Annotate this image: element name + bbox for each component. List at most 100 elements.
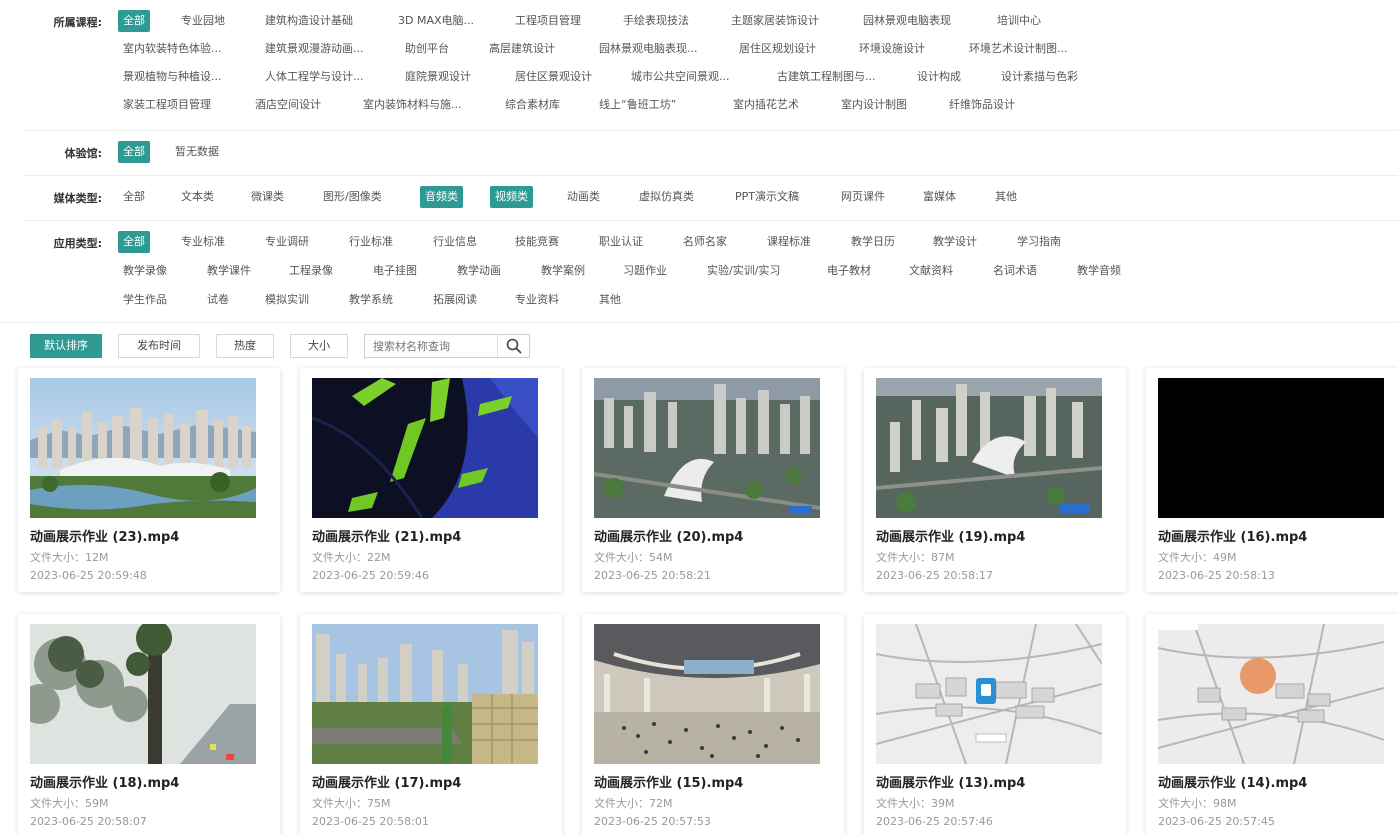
course-option[interactable]: 高层建筑设计 bbox=[484, 38, 560, 60]
course-option-all[interactable]: 全部 bbox=[118, 10, 150, 32]
file-title[interactable]: 动画展示作业 (23).mp4 bbox=[30, 526, 179, 545]
application-option[interactable]: 专业标准 bbox=[176, 231, 230, 253]
application-option[interactable]: 教学日历 bbox=[846, 231, 900, 253]
application-option[interactable]: 拓展阅读 bbox=[428, 289, 482, 311]
application-option[interactable]: 教学系统 bbox=[344, 289, 398, 311]
application-option[interactable]: 模拟实训 bbox=[260, 289, 314, 311]
course-option[interactable]: 建筑构造设计基础 bbox=[260, 10, 358, 32]
media-option-all[interactable]: 全部 bbox=[118, 186, 150, 208]
search-icon[interactable] bbox=[497, 335, 529, 357]
media-option[interactable]: 其他 bbox=[990, 186, 1022, 208]
resource-card[interactable]: 动画展示作业 (21).mp4 文件大小：22M 2023-06-25 20:5… bbox=[300, 368, 562, 592]
course-option[interactable]: 环境设施设计 bbox=[854, 38, 930, 60]
course-option[interactable]: 3D MAX电脑... bbox=[393, 10, 479, 32]
application-option[interactable]: 工程录像 bbox=[284, 260, 338, 282]
file-title[interactable]: 动画展示作业 (20).mp4 bbox=[594, 526, 743, 545]
course-option[interactable]: 园林景观电脑表现 bbox=[858, 10, 956, 32]
media-option[interactable]: 图形/图像类 bbox=[318, 186, 387, 208]
sort-default-button[interactable]: 默认排序 bbox=[30, 334, 102, 358]
video-thumbnail[interactable] bbox=[312, 378, 538, 518]
video-thumbnail[interactable] bbox=[312, 624, 538, 764]
video-thumbnail[interactable] bbox=[1158, 624, 1384, 764]
course-option[interactable]: 室内装饰材料与施... bbox=[358, 94, 467, 116]
application-option[interactable]: 专业资料 bbox=[510, 289, 564, 311]
file-title[interactable]: 动画展示作业 (19).mp4 bbox=[876, 526, 1025, 545]
application-option[interactable]: 教学录像 bbox=[118, 260, 172, 282]
media-option-video[interactable]: 视频类 bbox=[490, 186, 533, 208]
resource-card[interactable]: 动画展示作业 (23).mp4 文件大小：12M 2023-06-25 20:5… bbox=[18, 368, 280, 592]
video-thumbnail[interactable] bbox=[30, 624, 256, 764]
experience-option-all[interactable]: 全部 bbox=[118, 141, 150, 163]
course-option[interactable]: 居住区景观设计 bbox=[510, 66, 597, 88]
course-option[interactable]: 古建筑工程制图与... bbox=[772, 66, 881, 88]
media-option[interactable]: 富媒体 bbox=[918, 186, 961, 208]
course-option[interactable]: 助创平台 bbox=[400, 38, 454, 60]
course-option[interactable]: 人体工程学与设计... bbox=[260, 66, 369, 88]
course-option[interactable]: 建筑景观漫游动画... bbox=[260, 38, 369, 60]
application-option[interactable]: 教学音频 bbox=[1072, 260, 1126, 282]
application-option[interactable]: 学习指南 bbox=[1012, 231, 1066, 253]
sort-popularity-button[interactable]: 热度 bbox=[216, 334, 274, 358]
media-option[interactable]: PPT演示文稿 bbox=[730, 186, 804, 208]
file-title[interactable]: 动画展示作业 (17).mp4 bbox=[312, 772, 461, 791]
file-title[interactable]: 动画展示作业 (15).mp4 bbox=[594, 772, 743, 791]
application-option[interactable]: 名师名家 bbox=[678, 231, 732, 253]
media-option[interactable]: 文本类 bbox=[176, 186, 219, 208]
application-option[interactable]: 试卷 bbox=[202, 289, 234, 311]
application-option[interactable]: 教学动画 bbox=[452, 260, 506, 282]
resource-card[interactable]: 动画展示作业 (16).mp4 文件大小：49M 2023-06-25 20:5… bbox=[1146, 368, 1398, 592]
application-option[interactable]: 教学课件 bbox=[202, 260, 256, 282]
course-option[interactable]: 纤维饰品设计 bbox=[944, 94, 1020, 116]
resource-card[interactable]: 动画展示作业 (13).mp4 文件大小：39M 2023-06-25 20:5… bbox=[864, 614, 1126, 834]
resource-card[interactable]: 动画展示作业 (17).mp4 文件大小：75M 2023-06-25 20:5… bbox=[300, 614, 562, 834]
resource-card[interactable]: 动画展示作业 (18).mp4 文件大小：59M 2023-06-25 20:5… bbox=[18, 614, 280, 834]
file-title[interactable]: 动画展示作业 (14).mp4 bbox=[1158, 772, 1307, 791]
application-option[interactable]: 其他 bbox=[594, 289, 626, 311]
application-option[interactable]: 专业调研 bbox=[260, 231, 314, 253]
video-thumbnail[interactable] bbox=[594, 378, 820, 518]
application-option[interactable]: 行业信息 bbox=[428, 231, 482, 253]
video-thumbnail[interactable] bbox=[30, 378, 256, 518]
search-input[interactable] bbox=[365, 335, 489, 358]
course-option[interactable]: 工程项目管理 bbox=[510, 10, 586, 32]
video-thumbnail[interactable] bbox=[876, 624, 1102, 764]
application-option[interactable]: 名词术语 bbox=[988, 260, 1042, 282]
media-option[interactable]: 微课类 bbox=[246, 186, 289, 208]
course-option[interactable]: 综合素材库 bbox=[500, 94, 565, 116]
course-option[interactable]: 专业园地 bbox=[176, 10, 230, 32]
file-title[interactable]: 动画展示作业 (16).mp4 bbox=[1158, 526, 1307, 545]
course-option[interactable]: 园林景观电脑表现... bbox=[594, 38, 703, 60]
application-option[interactable]: 实验/实训/实习 bbox=[702, 260, 785, 282]
resource-card[interactable]: 动画展示作业 (19).mp4 文件大小：87M 2023-06-25 20:5… bbox=[864, 368, 1126, 592]
course-option[interactable]: 家装工程项目管理 bbox=[118, 94, 216, 116]
course-option[interactable]: 设计素描与色彩 bbox=[996, 66, 1083, 88]
application-option[interactable]: 学生作品 bbox=[118, 289, 172, 311]
media-option[interactable]: 动画类 bbox=[562, 186, 605, 208]
course-option[interactable]: 线上“鲁班工坊” bbox=[594, 94, 681, 116]
sort-publish-time-button[interactable]: 发布时间 bbox=[118, 334, 200, 358]
application-option[interactable]: 行业标准 bbox=[344, 231, 398, 253]
video-thumbnail[interactable] bbox=[594, 624, 820, 764]
application-option[interactable]: 文献资料 bbox=[904, 260, 958, 282]
application-option[interactable]: 职业认证 bbox=[594, 231, 648, 253]
resource-card[interactable]: 动画展示作业 (14).mp4 文件大小：98M 2023-06-25 20:5… bbox=[1146, 614, 1398, 834]
application-option[interactable]: 电子教材 bbox=[822, 260, 876, 282]
resource-card[interactable]: 动画展示作业 (15).mp4 文件大小：72M 2023-06-25 20:5… bbox=[582, 614, 844, 834]
application-option[interactable]: 教学设计 bbox=[928, 231, 982, 253]
course-option[interactable]: 环境艺术设计制图... bbox=[964, 38, 1073, 60]
course-option[interactable]: 酒店空间设计 bbox=[250, 94, 326, 116]
course-option[interactable]: 培训中心 bbox=[992, 10, 1046, 32]
course-option[interactable]: 景观植物与种植设... bbox=[118, 66, 227, 88]
course-option[interactable]: 庭院景观设计 bbox=[400, 66, 476, 88]
application-option[interactable]: 课程标准 bbox=[762, 231, 816, 253]
application-option-all[interactable]: 全部 bbox=[118, 231, 150, 253]
media-option-audio[interactable]: 音频类 bbox=[420, 186, 463, 208]
resource-card[interactable]: 动画展示作业 (20).mp4 文件大小：54M 2023-06-25 20:5… bbox=[582, 368, 844, 592]
file-title[interactable]: 动画展示作业 (18).mp4 bbox=[30, 772, 179, 791]
application-option[interactable]: 教学案例 bbox=[536, 260, 590, 282]
course-option[interactable]: 居住区规划设计 bbox=[734, 38, 821, 60]
file-title[interactable]: 动画展示作业 (21).mp4 bbox=[312, 526, 461, 545]
application-option[interactable]: 电子挂图 bbox=[368, 260, 422, 282]
application-option[interactable]: 技能竞赛 bbox=[510, 231, 564, 253]
video-thumbnail[interactable] bbox=[876, 378, 1102, 518]
